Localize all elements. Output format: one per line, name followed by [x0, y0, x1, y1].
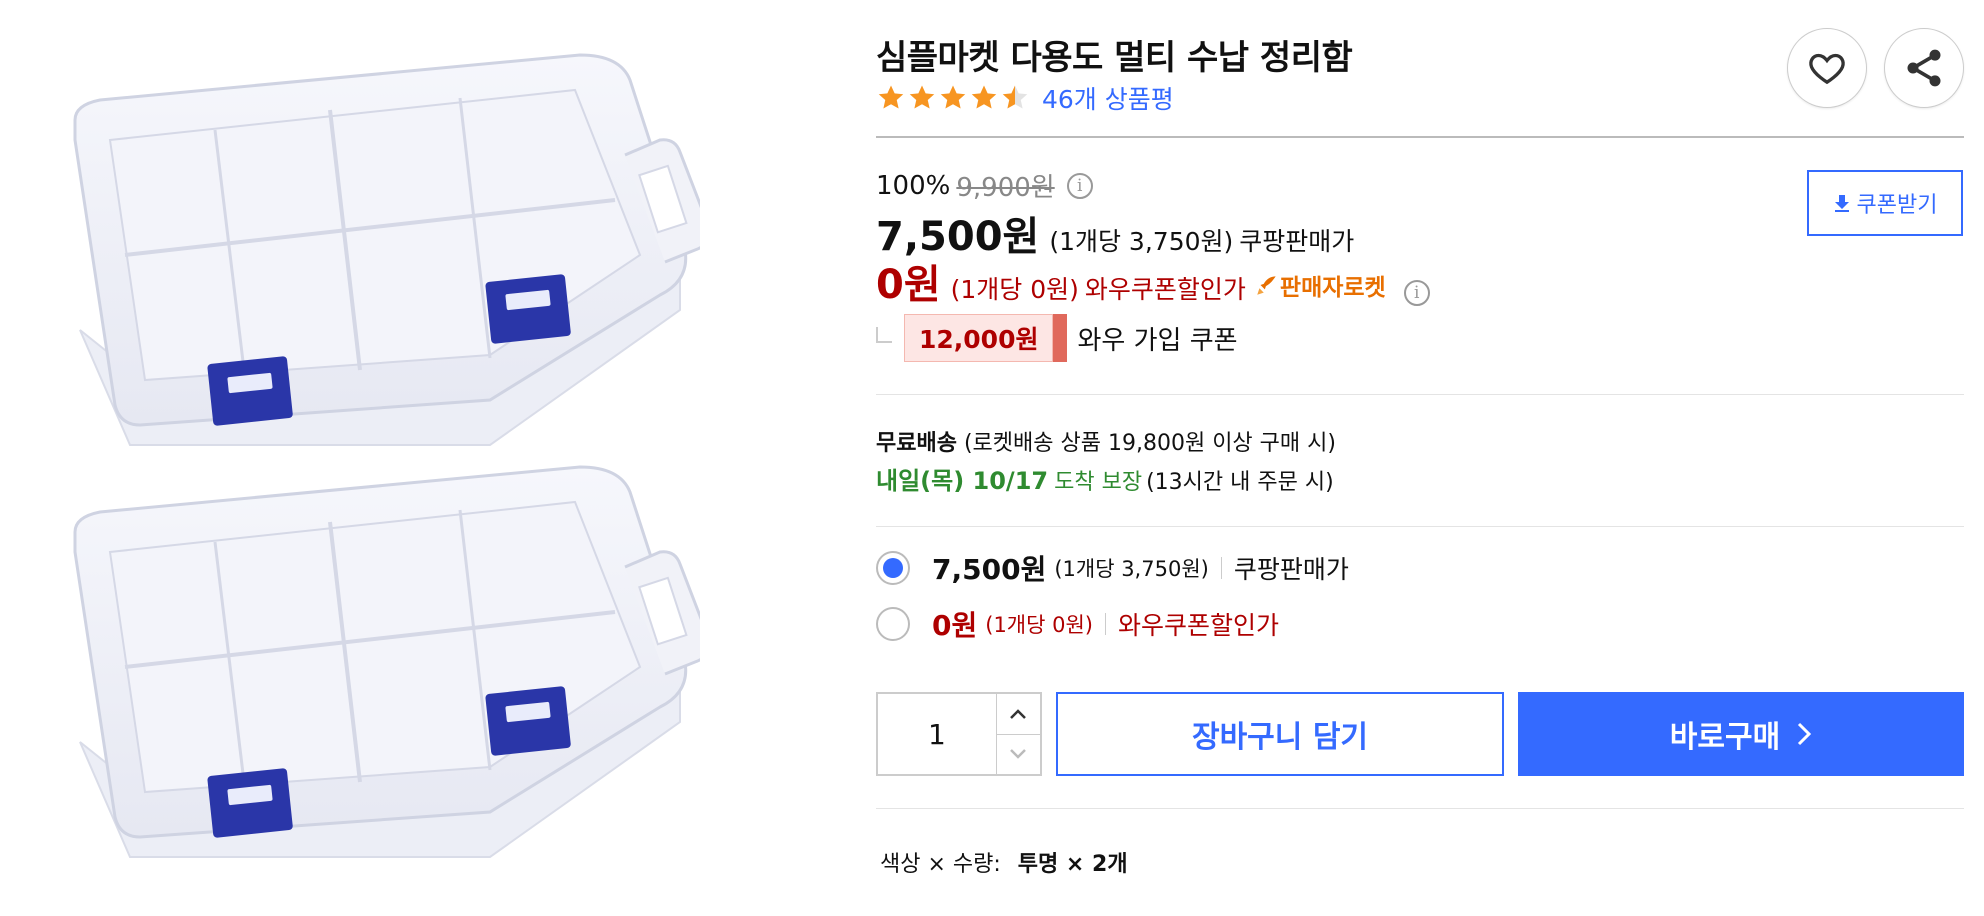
option-price: 7,500원: [932, 553, 1047, 586]
option-label: 쿠팡판매가: [1233, 555, 1349, 584]
add-to-cart-button[interactable]: 장바구니 담기: [1056, 692, 1504, 776]
option-price: 0원: [932, 609, 978, 642]
wow-price: 0원: [876, 262, 941, 308]
coupon-notch: [1053, 314, 1068, 362]
free-shipping-condition: (로켓배송 상품 19,800원 이상 구매 시): [963, 431, 1336, 456]
quantity-input[interactable]: 1: [878, 694, 996, 774]
quantity-decrease-button[interactable]: [996, 733, 1040, 775]
download-icon: [1834, 195, 1849, 212]
buy-now-button[interactable]: 바로구매: [1518, 692, 1964, 776]
buy-now-label: 바로구매: [1669, 720, 1781, 755]
product-image: [0, 0, 860, 916]
arrival-date: 내일(목) 10/17: [876, 467, 1049, 495]
coupon-download-label: 쿠폰받기: [1856, 193, 1938, 218]
option-unit-price: (1개당 0원): [985, 613, 1093, 637]
wishlist-button[interactable]: [1787, 28, 1867, 108]
join-coupon-amount: 12,000원: [904, 314, 1054, 362]
rocket-icon: [1257, 276, 1276, 295]
chevron-up-icon: [1010, 708, 1027, 719]
purchase-divider: [876, 808, 1964, 809]
radio-selected[interactable]: [876, 551, 910, 585]
wow-price-row: 0원 (1개당 0원) 와우쿠폰할인가 판매자로켓 i: [876, 252, 1430, 310]
original-price: 9,900원: [956, 173, 1055, 203]
price-divider: [876, 394, 1964, 395]
branch-corner: [876, 327, 892, 343]
free-shipping-row: 무료배송 (로켓배송 상품 19,800원 이상 구매 시): [876, 425, 1336, 457]
variant-value: 투명 × 2개: [1017, 852, 1128, 877]
star-icon: [971, 85, 997, 109]
rating-stars: [876, 83, 1030, 113]
radio-unselected[interactable]: [876, 607, 910, 641]
organizer-box-image-bottom: [73, 465, 700, 858]
free-shipping-label: 무료배송: [876, 431, 957, 456]
seller-rocket-label: 판매자로켓: [1279, 275, 1386, 301]
join-coupon-row: 12,000원 와우 가입 쿠폰: [876, 314, 1238, 362]
price-option-coupang[interactable]: 7,500원 (1개당 3,750원) 쿠팡판매가: [876, 548, 1349, 588]
discount-rate: 100%: [876, 170, 951, 201]
title-divider: [876, 136, 1964, 138]
option-separator: [1105, 613, 1106, 635]
review-count-link[interactable]: 46개 상품평: [1042, 80, 1174, 116]
quantity-stepper[interactable]: 1: [876, 692, 1042, 776]
join-coupon-label: 와우 가입 쿠폰: [1077, 325, 1238, 356]
info-icon[interactable]: i: [1066, 172, 1093, 199]
chevron-down-icon: [1010, 749, 1027, 760]
share-button[interactable]: [1884, 28, 1964, 108]
seller-rocket-badge: 판매자로켓: [1254, 268, 1386, 302]
arrival-guarantee: 도착 보장: [1054, 470, 1143, 495]
option-separator: [1220, 557, 1222, 579]
arrival-condition: (13시간 내 주문 시): [1146, 470, 1334, 495]
selected-variant: 색상 × 수량: 투명 × 2개: [880, 846, 1128, 878]
wow-price-label: 와우쿠폰할인가: [1084, 275, 1246, 304]
star-icon: [909, 85, 935, 109]
wow-unit-price: (1개당 0원): [950, 275, 1079, 304]
original-price-row: 100% 9,900원 i: [876, 167, 1093, 204]
share-icon: [1907, 49, 1941, 87]
product-title: 심플마켓 다용도 멀티 수납 정리함: [876, 38, 1353, 78]
shipping-divider: [876, 526, 1964, 527]
arrival-row: 내일(목) 10/17 도착 보장 (13시간 내 주문 시): [876, 461, 1334, 496]
half-star-icon: [1002, 85, 1028, 109]
variant-label: 색상 × 수량:: [880, 852, 1001, 877]
chevron-right-icon: [1798, 722, 1812, 746]
heart-icon: [1809, 53, 1845, 85]
option-label: 와우쿠폰할인가: [1118, 611, 1280, 640]
organizer-box-image-top: [73, 53, 700, 446]
star-icon: [878, 85, 904, 109]
coupon-download-button[interactable]: 쿠폰받기: [1807, 170, 1963, 236]
quantity-increase-button[interactable]: [997, 694, 1040, 734]
product-rating[interactable]: 46개 상품평: [876, 82, 1174, 114]
price-option-wow[interactable]: 0원 (1개당 0원) 와우쿠폰할인가: [876, 604, 1279, 644]
option-unit-price: (1개당 3,750원): [1054, 557, 1209, 581]
star-icon: [940, 85, 966, 109]
info-icon[interactable]: i: [1403, 280, 1430, 306]
